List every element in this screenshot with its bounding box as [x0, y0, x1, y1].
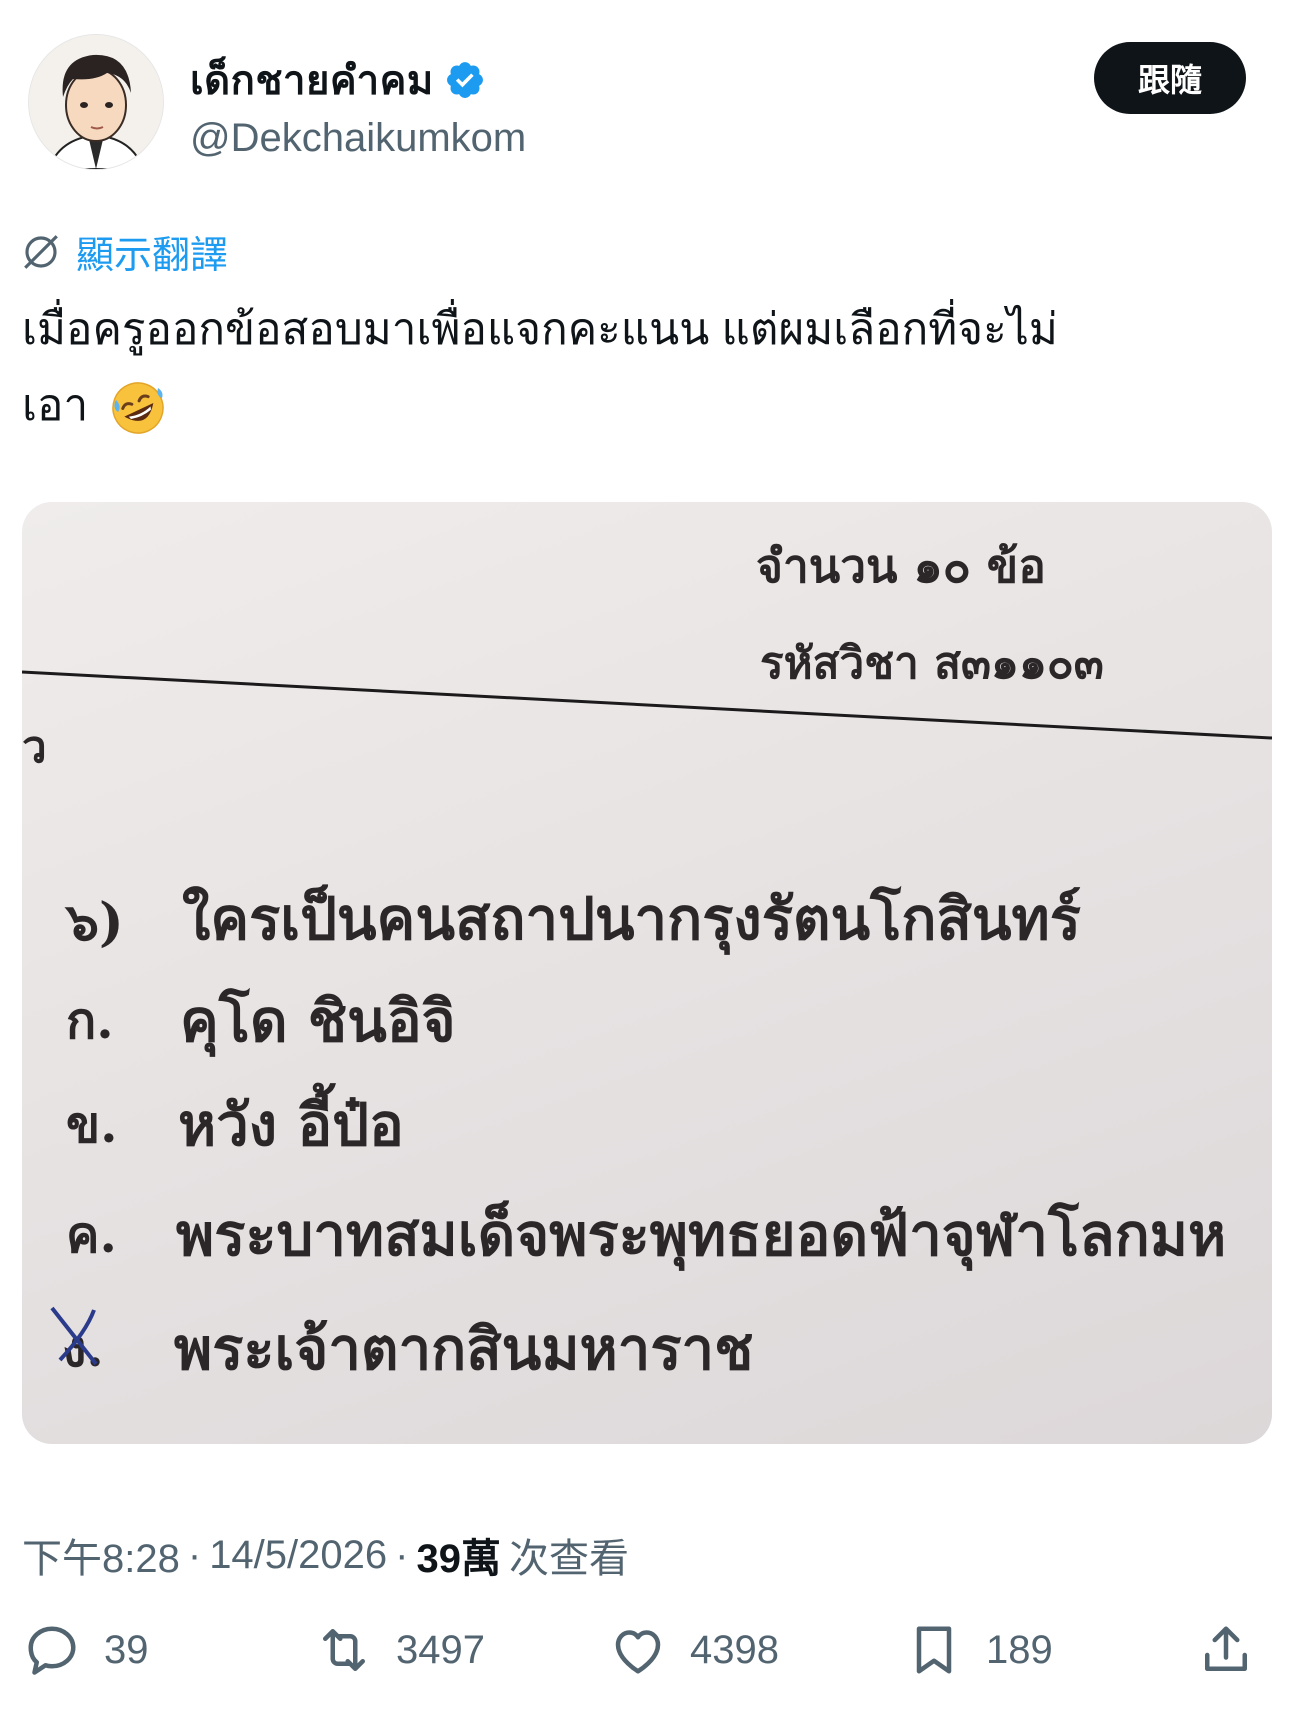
translate-row[interactable]: 顯示翻譯	[20, 224, 228, 279]
like-count: 4398	[690, 1627, 779, 1672]
rolling-on-floor-laughing-emoji-icon	[112, 382, 165, 435]
choice-label: ข.	[66, 1095, 118, 1154]
attached-photo[interactable]: จำนวน ๑๐ ข้อ รหัสวิชา ส๓๑๑๐๓ ว ๖) ใครเป็…	[22, 502, 1272, 1444]
share-button[interactable]	[1196, 1620, 1256, 1680]
author-name-row: เด็กชายคำคม	[190, 48, 486, 112]
avatar[interactable]	[28, 34, 164, 170]
repost-count: 3497	[396, 1627, 485, 1672]
verified-badge-icon	[446, 62, 483, 98]
show-translation-link[interactable]: 顯示翻譯	[76, 224, 228, 279]
meta-separator: ·	[187, 1532, 202, 1577]
reply-icon	[28, 1626, 76, 1675]
action-bar: 39 3497 4398 189	[0, 1620, 1292, 1710]
bookmark-icon	[916, 1626, 952, 1674]
views-label: 次查看	[508, 1537, 629, 1581]
tweet-meta: 下午8:28 · 14/5/2026 · 39萬 次查看	[22, 1526, 629, 1584]
cut-off-fragment: ว	[22, 722, 47, 773]
display-name[interactable]: เด็กชายคำคม	[190, 48, 434, 112]
tweet-text-line-2: เอา	[22, 368, 1262, 444]
pen-cross-mark	[50, 1306, 98, 1366]
tweet-time[interactable]: 下午8:28	[22, 1526, 180, 1584]
choice-text: คุโด ชินอิจิ	[180, 987, 456, 1055]
tweet-date[interactable]: 14/5/2026	[209, 1533, 387, 1578]
globe-strike-icon	[24, 234, 58, 269]
choice-text: พระเจ้าตากสินมหาราช	[174, 1315, 754, 1383]
choice-text: พระบาทสมเด็จพระพุทธยอดฟ้าจุฬาโลกมห	[176, 1201, 1227, 1269]
question-number: ๖)	[66, 892, 124, 953]
reply-button[interactable]: 39	[22, 1620, 149, 1680]
choice-text: หวัง อี้ป๋อ	[178, 1091, 404, 1159]
meta-separator: ·	[395, 1532, 409, 1577]
like-button[interactable]: 4398	[608, 1620, 779, 1680]
choice-label: ค.	[66, 1205, 117, 1264]
exam-divider-line	[22, 670, 1272, 740]
bookmark-button[interactable]: 189	[904, 1620, 1053, 1680]
views-count: 39萬	[416, 1537, 501, 1581]
choice-label: ก.	[66, 991, 114, 1050]
heart-icon	[615, 1630, 661, 1674]
tweet-text-line-2-text: เอา	[22, 381, 89, 430]
tweet-text: เมื่อครูออกข้อสอบมาเพื่อแจกคะแนน แต่ผมเล…	[22, 292, 1262, 444]
share-icon	[1205, 1626, 1247, 1671]
repost-icon	[323, 1629, 365, 1671]
question-text: ใครเป็นคนสถาปนากรุงรัตนโกสินทร์	[182, 885, 1081, 953]
repost-button[interactable]: 3497	[314, 1620, 485, 1680]
bookmark-count: 189	[986, 1627, 1053, 1672]
tweet-text-line-1: เมื่อครูออกข้อสอบมาเพื่อแจกคะแนน แต่ผมเล…	[22, 305, 1058, 354]
reply-count: 39	[104, 1627, 149, 1672]
follow-button[interactable]: 跟隨	[1094, 42, 1246, 114]
user-handle[interactable]: @Dekchaikumkom	[190, 116, 526, 161]
exam-question-count: จำนวน ๑๐ ข้อ	[756, 539, 1046, 593]
